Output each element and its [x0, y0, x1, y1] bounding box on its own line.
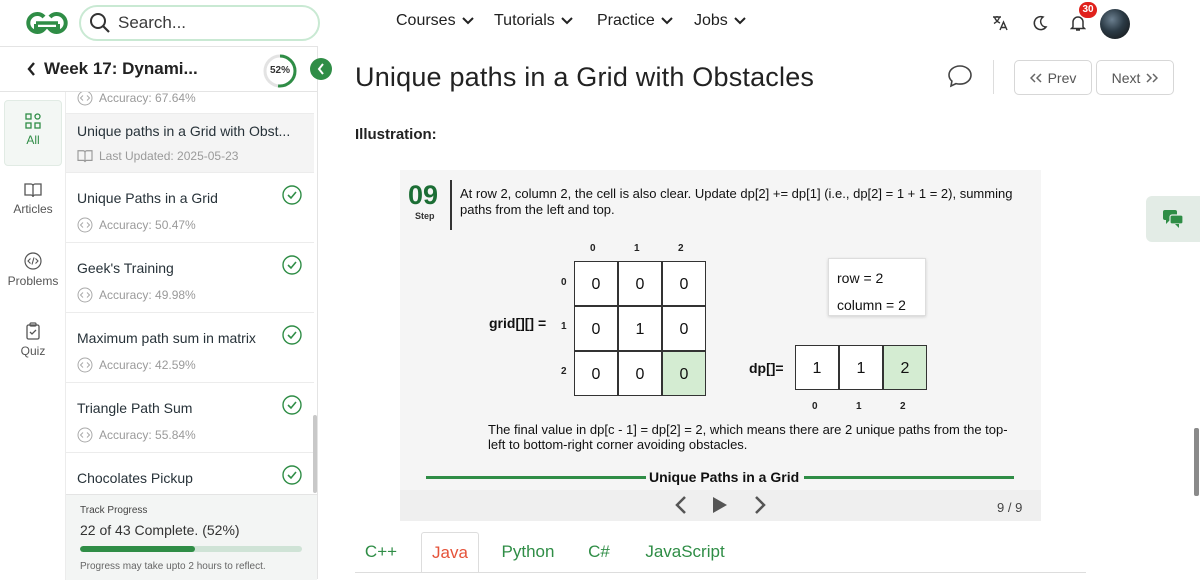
chat-bubbles-icon: [1163, 210, 1184, 228]
gfg-logo-icon[interactable]: [22, 9, 72, 37]
book-icon: [77, 150, 93, 163]
slide-counter: 9 / 9: [997, 500, 1023, 515]
play-icon[interactable]: [711, 495, 729, 515]
dark-mode-icon[interactable]: [1027, 10, 1053, 36]
chevron-down-icon: [461, 17, 474, 25]
slide-prev-icon[interactable]: [674, 495, 688, 515]
book-icon: [24, 183, 42, 198]
tab-python[interactable]: Python: [493, 532, 563, 572]
code-circle-icon: [77, 357, 93, 373]
list-item-current[interactable]: Unique paths in a Grid with Obst... Last…: [66, 114, 314, 173]
grid-cell: 0: [574, 306, 618, 351]
check-circle-icon: [282, 465, 302, 485]
step-conclusion: The final value in dp[c - 1] = dp[2] = 2…: [488, 422, 1008, 452]
code-circle-icon: [77, 287, 93, 303]
search-box[interactable]: Search...: [79, 5, 320, 41]
chevron-down-icon: [561, 17, 573, 25]
illustration-slideshow: 09 Step At row 2, column 2, the cell is …: [400, 170, 1041, 521]
sidebar-header: Week 17: Dynami... 52%: [0, 47, 318, 92]
article-main: Unique paths in a Grid with Obstacles Pr…: [330, 46, 1200, 579]
rail-all[interactable]: All: [4, 100, 62, 166]
tab-javascript[interactable]: JavaScript: [635, 532, 735, 572]
rail-problems[interactable]: Problems: [4, 240, 62, 306]
dp-cell: 1: [839, 345, 883, 390]
search-input[interactable]: Search...: [118, 13, 186, 33]
progress-ring: 52%: [262, 53, 298, 89]
translate-icon[interactable]: [987, 10, 1013, 36]
code-circle-icon: [24, 252, 42, 270]
grid-cell: 0: [662, 261, 706, 306]
progress-percent: 52%: [269, 65, 290, 76]
page-title: Unique paths in a Grid with Obstacles: [355, 62, 815, 92]
position-info-box: row = 2 column = 2: [828, 258, 926, 316]
top-header: Search... Courses Tutorials Practice Job…: [0, 0, 1200, 46]
track-progress: Track Progress 22 of 43 Complete. (52%) …: [66, 494, 317, 580]
chevron-down-icon: [661, 17, 673, 25]
progress-bar: [80, 546, 302, 552]
list-item[interactable]: Geek's Training Accuracy: 49.98%: [66, 243, 314, 313]
dp-cell: 1: [795, 345, 839, 390]
grid-label: grid[][] =: [489, 315, 547, 331]
grid-cell: 1: [618, 306, 662, 351]
check-circle-icon: [282, 395, 302, 415]
avatar[interactable]: [1100, 9, 1130, 39]
code-circle-icon: [77, 427, 93, 443]
nav-jobs[interactable]: Jobs: [694, 12, 746, 30]
code-circle-icon: [77, 92, 93, 106]
double-chevron-left-icon: [1029, 72, 1042, 83]
next-button[interactable]: Next: [1096, 60, 1174, 95]
check-circle-icon: [282, 325, 302, 345]
slide-frame: 09 Step At row 2, column 2, the cell is …: [400, 170, 1041, 490]
lesson-list: Accuracy: 67.64% Unique paths in a Grid …: [66, 92, 314, 496]
progress-bar-fill: [80, 546, 196, 552]
list-item[interactable]: Triangle Path Sum Accuracy: 55.84%: [66, 383, 314, 453]
chevron-left-icon: [317, 63, 324, 75]
notification-badge: 30: [1079, 2, 1097, 18]
collapse-sidebar-button[interactable]: [310, 58, 332, 80]
filter-rail: All Articles Problems Quiz: [0, 92, 66, 580]
nav-tutorials[interactable]: Tutorials: [494, 12, 573, 30]
nav-courses[interactable]: Courses: [396, 12, 474, 30]
dp-label: dp[]=: [749, 360, 784, 376]
comment-icon[interactable]: [947, 64, 973, 88]
chat-button[interactable]: [1146, 196, 1200, 242]
step-label: Step: [415, 211, 435, 221]
grid-icon: [25, 113, 41, 129]
page-scrollbar[interactable]: [1194, 428, 1199, 496]
dp-cell-highlighted: 2: [883, 345, 927, 390]
search-icon: [90, 13, 110, 33]
illustration-heading: Illustration:: [355, 126, 437, 143]
code-circle-icon: [77, 217, 93, 233]
sidebar-scrollbar[interactable]: [313, 415, 317, 493]
nav-practice[interactable]: Practice: [597, 12, 673, 30]
back-chevron-icon[interactable]: [26, 61, 36, 77]
tab-java[interactable]: Java: [421, 532, 479, 572]
double-chevron-right-icon: [1146, 72, 1159, 83]
slide-next-icon[interactable]: [753, 495, 767, 515]
check-circle-icon: [282, 185, 302, 205]
tab-csharp[interactable]: C#: [577, 532, 621, 572]
chevron-down-icon: [734, 17, 746, 25]
rail-quiz[interactable]: Quiz: [4, 310, 62, 376]
grid-cell: 0: [574, 261, 618, 306]
slide-title: Unique Paths in a Grid: [649, 469, 800, 485]
grid-cell: 0: [618, 261, 662, 306]
list-item[interactable]: Maximum path sum in matrix Accuracy: 42.…: [66, 313, 314, 383]
week-title[interactable]: Week 17: Dynami...: [44, 59, 198, 79]
rail-articles[interactable]: Articles: [4, 170, 62, 236]
step-description: At row 2, column 2, the cell is also cle…: [460, 186, 1013, 217]
grid-cell-highlighted: 0: [662, 351, 706, 396]
grid-cell: 0: [574, 351, 618, 396]
list-item[interactable]: Chocolates Pickup: [66, 453, 314, 496]
prev-button[interactable]: Prev: [1014, 60, 1092, 95]
list-item[interactable]: Accuracy: 67.64%: [66, 92, 314, 114]
course-sidebar: Week 17: Dynami... 52% All Articles Prob…: [0, 46, 318, 580]
list-item[interactable]: Unique Paths in a Grid Accuracy: 50.47%: [66, 173, 314, 243]
clipboard-icon: [26, 322, 40, 340]
grid-cell: 0: [618, 351, 662, 396]
grid-cell: 0: [662, 306, 706, 351]
tab-cpp[interactable]: C++: [355, 532, 407, 572]
step-number: 09: [408, 180, 439, 210]
check-circle-icon: [282, 255, 302, 275]
